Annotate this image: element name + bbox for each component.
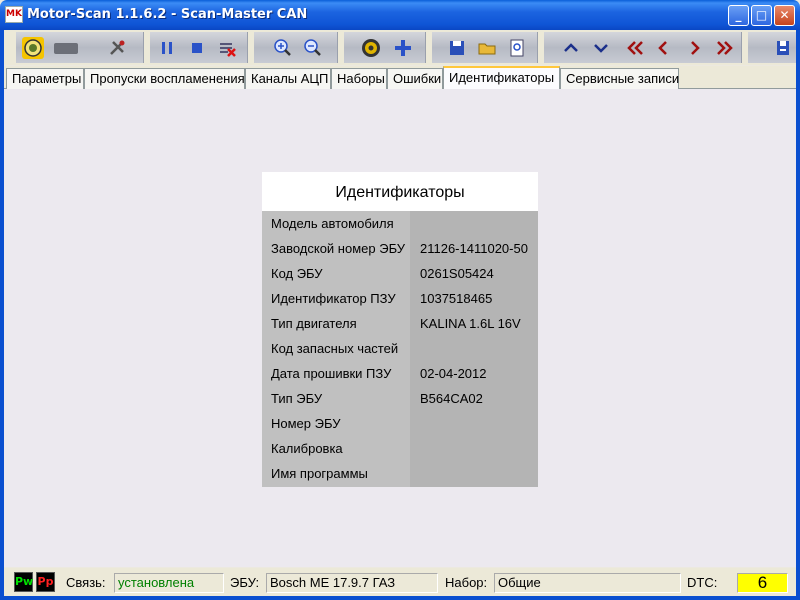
table-row: Код ЭБУ 0261S05424 bbox=[262, 261, 538, 286]
tab-identifiers[interactable]: Идентификаторы bbox=[443, 66, 560, 90]
table-row: Тип ЭБУ B564CA02 bbox=[262, 386, 538, 411]
row-value: KALINA 1.6L 16V bbox=[420, 316, 521, 331]
last-icon[interactable] bbox=[714, 37, 736, 59]
tab-sets[interactable]: Наборы bbox=[331, 68, 387, 89]
pw-indicator: Pw bbox=[14, 572, 33, 592]
table-row: Заводской номер ЭБУ 21126-1411020-50 bbox=[262, 236, 538, 261]
table-row: Имя программы bbox=[262, 461, 538, 486]
save-icon[interactable] bbox=[446, 37, 468, 59]
window-frame-right bbox=[796, 30, 800, 600]
window-title: Motor-Scan 1.1.6.2 - Scan-Master CAN bbox=[27, 7, 308, 22]
minimize-button[interactable]: _ bbox=[728, 5, 749, 26]
connect-icon[interactable] bbox=[22, 37, 44, 59]
connection-status: установлена bbox=[114, 573, 224, 593]
next-icon[interactable] bbox=[684, 37, 706, 59]
exit-icon[interactable] bbox=[772, 37, 794, 59]
row-label: Код ЭБУ bbox=[271, 266, 323, 281]
row-label: Имя программы bbox=[271, 466, 368, 481]
toolbar-group-config bbox=[344, 32, 426, 63]
toolbar bbox=[4, 30, 796, 65]
clear-errors-icon[interactable] bbox=[216, 37, 238, 59]
gear-icon[interactable] bbox=[360, 37, 382, 59]
window-frame-bottom bbox=[0, 596, 800, 600]
maximize-button[interactable]: □ bbox=[751, 5, 772, 26]
row-label: Дата прошивки ПЗУ bbox=[271, 366, 392, 381]
arrow-down-icon[interactable] bbox=[590, 37, 612, 59]
tab-errors[interactable]: Ошибки bbox=[387, 68, 443, 89]
app-logo: MK bbox=[5, 6, 23, 23]
print-preview-icon[interactable] bbox=[506, 37, 528, 59]
set-label: Набор: bbox=[445, 575, 488, 590]
close-button[interactable]: ✕ bbox=[774, 5, 795, 26]
tab-parameters[interactable]: Параметры bbox=[6, 68, 84, 89]
row-value: 1037518465 bbox=[420, 291, 493, 306]
toolbar-group-playback bbox=[150, 32, 248, 63]
set-value: Общие bbox=[494, 573, 681, 593]
add-icon[interactable] bbox=[392, 37, 414, 59]
title-bar: MK Motor-Scan 1.1.6.2 - Scan-Master CAN … bbox=[0, 0, 800, 30]
tab-service-records[interactable]: Сервисные записи bbox=[560, 68, 679, 89]
toolbar-group-connection bbox=[16, 32, 144, 63]
table-row: Тип двигателя KALINA 1.6L 16V bbox=[262, 311, 538, 336]
ecu-value: Bosch ME 17.9.7 ГАЗ bbox=[266, 573, 438, 593]
row-label: Номер ЭБУ bbox=[271, 416, 341, 431]
dtc-label: DTC: bbox=[687, 575, 718, 590]
ecu-label: ЭБУ: bbox=[230, 575, 260, 590]
row-value: 02-04-2012 bbox=[420, 366, 487, 381]
identifiers-panel: Идентификаторы Модель автомобиля Заводск… bbox=[262, 172, 538, 487]
row-label: Тип двигателя bbox=[271, 316, 357, 331]
panel-title: Идентификаторы bbox=[262, 172, 538, 211]
previous-icon[interactable] bbox=[652, 37, 674, 59]
identifiers-table: Модель автомобиля Заводской номер ЭБУ 21… bbox=[262, 211, 538, 487]
status-bar: Pw Pp Связь: установлена ЭБУ: Bosch ME 1… bbox=[4, 568, 796, 596]
row-label: Калибровка bbox=[271, 441, 343, 456]
settings-tools-icon[interactable] bbox=[106, 37, 128, 59]
table-row: Модель автомобиля bbox=[262, 211, 538, 236]
table-row: Дата прошивки ПЗУ 02-04-2012 bbox=[262, 361, 538, 386]
dtc-count: 6 bbox=[737, 573, 788, 593]
row-value: 21126-1411020-50 bbox=[420, 241, 528, 256]
row-value: B564CA02 bbox=[420, 391, 483, 406]
table-row: Калибровка bbox=[262, 436, 538, 461]
row-label: Тип ЭБУ bbox=[271, 391, 323, 406]
row-label: Идентификатор ПЗУ bbox=[271, 291, 396, 306]
table-row: Номер ЭБУ bbox=[262, 411, 538, 436]
row-label: Заводской номер ЭБУ bbox=[271, 241, 406, 256]
toolbar-group-file bbox=[432, 32, 538, 63]
pp-indicator: Pp bbox=[36, 572, 55, 592]
row-label: Модель автомобиля bbox=[271, 216, 394, 231]
table-row: Идентификатор ПЗУ 1037518465 bbox=[262, 286, 538, 311]
tab-adc-channels[interactable]: Каналы АЦП bbox=[245, 68, 331, 89]
connection-label: Связь: bbox=[66, 575, 106, 590]
first-icon[interactable] bbox=[624, 37, 646, 59]
open-folder-icon[interactable] bbox=[476, 37, 498, 59]
tab-bar: Параметры Пропуски воспламенения Каналы … bbox=[4, 66, 796, 90]
stop-icon[interactable] bbox=[186, 37, 208, 59]
tab-misfires[interactable]: Пропуски воспламенения bbox=[84, 68, 245, 89]
toolbar-group-zoom bbox=[254, 32, 338, 63]
pause-icon[interactable] bbox=[156, 37, 178, 59]
toolbar-group-navigation bbox=[544, 32, 742, 63]
row-value: 0261S05424 bbox=[420, 266, 494, 281]
arrow-up-icon[interactable] bbox=[560, 37, 582, 59]
toolbar-group-exit bbox=[748, 32, 796, 63]
table-row: Код запасных частей bbox=[262, 336, 538, 361]
device-icon[interactable] bbox=[52, 37, 80, 59]
zoom-in-icon[interactable] bbox=[272, 37, 294, 59]
row-label: Код запасных частей bbox=[271, 341, 399, 356]
content-area: Идентификаторы Модель автомобиля Заводск… bbox=[4, 89, 796, 567]
zoom-out-icon[interactable] bbox=[302, 37, 324, 59]
